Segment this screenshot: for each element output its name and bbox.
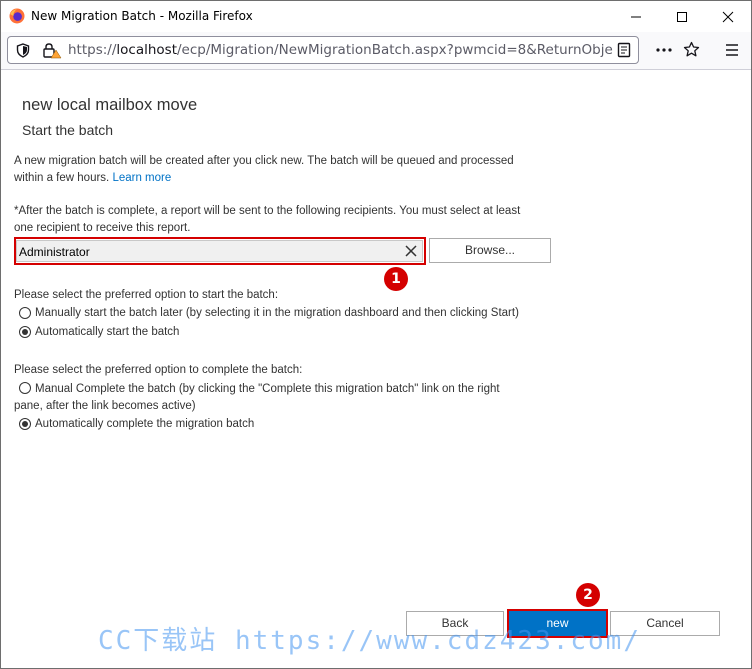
intro-line-2: within a few hours. — [14, 171, 110, 184]
step1-highlight — [14, 237, 426, 265]
window-title: New Migration Batch - Mozilla Firefox — [31, 9, 253, 23]
browse-button[interactable]: Browse... — [429, 238, 551, 263]
url-text[interactable]: https://localhost/ecp/Migration/NewMigra… — [68, 42, 613, 58]
firefox-icon — [9, 8, 25, 24]
start-prompt: Please select the preferred option to st… — [14, 289, 279, 301]
start-manual-label[interactable]: Manually start the batch later (by selec… — [35, 305, 519, 322]
url-host: localhost — [116, 42, 177, 58]
radio-complete-manual[interactable] — [19, 382, 31, 394]
browser-window: New Migration Batch - Mozilla Firefox ht… — [0, 0, 752, 669]
lock-warning-icon[interactable] — [42, 42, 62, 59]
step1-badge: 1 — [384, 267, 408, 291]
title-bar: New Migration Batch - Mozilla Firefox — [1, 1, 751, 32]
report-line-2: one recipient to receive this report. — [14, 221, 191, 234]
learn-more-link[interactable]: Learn more — [112, 172, 171, 184]
shield-icon[interactable] — [16, 43, 30, 58]
watermark: CC下载站 https://www.cdz423.com/ — [98, 626, 641, 656]
radio-start-manual[interactable] — [19, 307, 31, 319]
report-line-1: *After the batch is complete, a report w… — [14, 205, 521, 217]
browse-label: Browse... — [464, 243, 515, 257]
complete-manual-line-1: Manual Complete the batch (by clicking t… — [35, 383, 500, 395]
close-icon — [722, 11, 734, 22]
reader-view-icon[interactable] — [617, 42, 631, 58]
url-path: /ecp/Migration/NewMigrationBatch.aspx?pw… — [177, 42, 613, 58]
complete-prompt: Please select the preferred option to co… — [14, 364, 303, 376]
maximize-button[interactable] — [659, 1, 705, 32]
radio-start-auto[interactable] — [19, 326, 31, 338]
complete-auto-label[interactable]: Automatically complete the migration bat… — [35, 416, 254, 433]
close-window-button[interactable] — [705, 1, 751, 32]
cancel-label: Cancel — [646, 616, 684, 630]
page-subtitle: Start the batch — [22, 122, 114, 138]
radio-complete-auto[interactable] — [19, 418, 31, 430]
minimize-button[interactable] — [613, 1, 659, 32]
report-text: *After the batch is complete, a report w… — [14, 203, 520, 236]
more-actions-icon[interactable] — [655, 42, 673, 58]
step2-badge: 2 — [576, 583, 600, 607]
complete-manual-line-2: pane, after the link becomes active) — [14, 400, 196, 412]
navigation-bar: https://localhost/ecp/Migration/NewMigra… — [1, 32, 751, 70]
minimize-icon — [631, 16, 641, 17]
dialog-content: new local mailbox move Start the batch A… — [1, 70, 751, 668]
url-prefix: https:// — [68, 42, 117, 58]
intro-line-1: A new migration batch will be created af… — [14, 155, 514, 167]
url-bar[interactable]: https://localhost/ecp/Migration/NewMigra… — [7, 36, 639, 64]
complete-manual-label[interactable]: Manual Complete the batch (by clicking t… — [35, 381, 500, 398]
bookmark-star-icon[interactable] — [683, 41, 700, 58]
intro-text: A new migration batch will be created af… — [14, 153, 514, 186]
maximize-icon — [677, 11, 687, 22]
menu-icon[interactable] — [725, 43, 739, 57]
page-title: new local mailbox move — [22, 96, 198, 114]
start-auto-label[interactable]: Automatically start the batch — [35, 324, 179, 341]
